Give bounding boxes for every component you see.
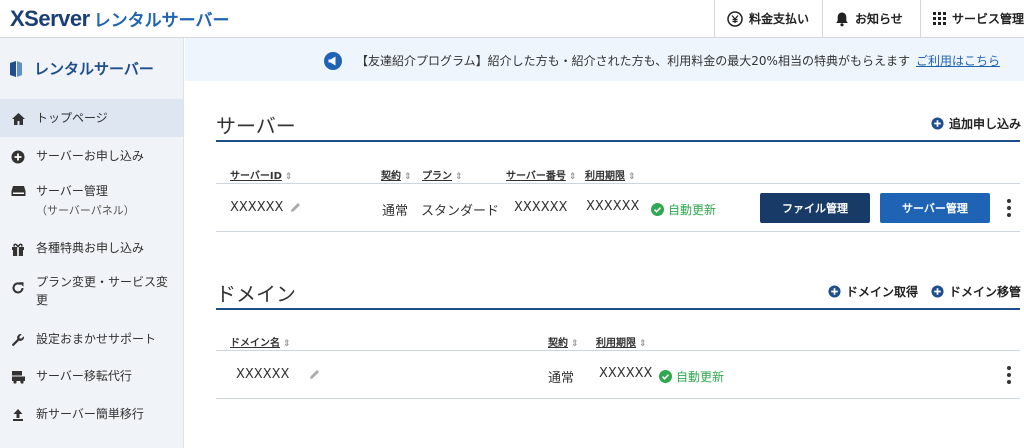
wrench-icon [10, 333, 26, 347]
referral-banner: 【友達紹介プログラム】紹介した方も・紹介された方も、利用料金の最大20%相当の特… [185, 38, 1024, 81]
server-stack-icon [8, 60, 24, 78]
sidebar-item-label: サーバーお申し込み [36, 149, 144, 163]
truck-icon [10, 370, 26, 384]
table-header-divider [216, 350, 1020, 351]
server-number-value: XXXXXX [514, 200, 568, 215]
nav-payment-label: 料金支払い [749, 12, 810, 26]
server-management-button[interactable]: サーバー管理 [880, 193, 990, 223]
sidebar-item-label: サーバー移転代行 [36, 369, 132, 383]
banner-link[interactable]: ご利用はこちら [916, 54, 1000, 68]
auto-renew-label: 自動更新 [668, 203, 717, 217]
domain-section-rule [216, 308, 1020, 310]
sidebar-item-label: サーバー管理 [36, 184, 108, 198]
sort-icon: ⇕ [404, 172, 412, 182]
domain-name-value: XXXXXX [236, 367, 290, 382]
server-section-rule [216, 140, 1020, 142]
col-domain-expiry[interactable]: 利用期限 ⇕ [596, 334, 647, 349]
server-id-value: XXXXXX [230, 200, 284, 215]
col-server-id[interactable]: サーバーID ⇕ [230, 167, 292, 182]
sidebar-item-easy-transfer[interactable]: 新サーバー簡単移行 [0, 395, 183, 433]
nav-notices[interactable]: お知らせ [822, 0, 920, 37]
table-row-divider [216, 398, 1020, 399]
sidebar-item-plan-change[interactable]: プラン変更・サービス変更 [0, 267, 183, 321]
yen-icon [727, 10, 743, 27]
sidebar-item-label: 設定おまかせサポート [36, 332, 157, 346]
nav-payment[interactable]: 料金支払い [714, 0, 822, 37]
domain-transfer-label: ドメイン移管 [949, 285, 1022, 299]
sort-icon: ⇕ [628, 172, 636, 182]
sort-icon: ⇕ [284, 172, 293, 182]
sidebar-item-server-signup[interactable]: サーバーお申し込み [0, 137, 183, 175]
sidebar-item-label: 各種特典お申し込み [36, 241, 145, 255]
sidebar-title: レンタルサーバー [34, 60, 154, 78]
server-section-title: サーバー [216, 114, 296, 138]
sort-icon: ⇕ [283, 339, 291, 349]
contract-value: 通常 [382, 204, 409, 219]
domain-transfer-button[interactable]: ドメイン移管 [931, 283, 1021, 300]
plus-circle-icon [931, 117, 944, 130]
plan-value: スタンダード [421, 204, 500, 219]
edit-pencil-icon[interactable] [290, 202, 301, 213]
auto-renew-status: 自動更新 [651, 201, 716, 218]
logo[interactable]: XServer レンタルサーバー [10, 6, 230, 32]
file-management-button[interactable]: ファイル管理 [760, 193, 870, 223]
sidebar-item-top-page[interactable]: トップページ [0, 99, 183, 137]
refresh-icon [10, 281, 26, 295]
domain-acquire-button[interactable]: ドメイン取得 [828, 283, 918, 300]
top-bar: XServer レンタルサーバー 料金支払い お知らせ サービス管理 [0, 0, 1024, 38]
megaphone-icon [324, 52, 342, 73]
bell-icon [835, 11, 849, 27]
sidebar-item-server-management[interactable]: サーバー管理 （サーバーパネル） [0, 175, 183, 229]
server-row-menu-icon[interactable] [1004, 197, 1014, 219]
sort-icon: ⇕ [568, 172, 577, 182]
logo-product: レンタルサーバー [93, 11, 230, 31]
sort-icon: ⇕ [455, 172, 463, 182]
domain-acquire-label: ドメイン取得 [846, 285, 919, 299]
domain-row-menu-icon[interactable] [1004, 364, 1014, 386]
nav-notices-label: お知らせ [855, 12, 903, 26]
col-plan[interactable]: プラン ⇕ [422, 167, 463, 182]
domain-section-title: ドメイン [216, 282, 296, 306]
sidebar-item-label: 新サーバー簡単移行 [36, 407, 144, 421]
server-icon [10, 184, 26, 198]
upload-icon [10, 408, 26, 422]
sidebar-item-label: トップページ [36, 111, 108, 125]
nav-service-management-label: サービス管理 [952, 12, 1024, 26]
check-circle-icon [651, 203, 664, 216]
table-row-divider [216, 231, 1020, 232]
add-signup-label: 追加申し込み [949, 117, 1022, 131]
banner-text: 【友達紹介プログラム】紹介した方も・紹介された方も、利用料金の最大20%相当の特… [356, 54, 910, 68]
col-domain-contract[interactable]: 契約 ⇕ [548, 334, 579, 349]
gift-icon [10, 242, 26, 256]
expiry-value: XXXXXX [586, 199, 640, 214]
sidebar: レンタルサーバー トップページ サーバーお申し込み サーバー管理 （サーバーパネ… [0, 38, 184, 448]
grid-icon [933, 12, 946, 25]
domain-auto-renew-status: 自動更新 [659, 368, 724, 385]
home-icon [10, 112, 26, 126]
sort-icon: ⇕ [571, 339, 579, 349]
col-expiry[interactable]: 利用期限 ⇕ [585, 167, 636, 182]
sort-icon: ⇕ [639, 339, 647, 349]
sidebar-item-label: プラン変更・サービス変更 [36, 275, 169, 307]
sidebar-header[interactable]: レンタルサーバー [0, 38, 183, 99]
domain-contract-value: 通常 [548, 371, 575, 386]
plus-circle-icon [931, 285, 944, 298]
edit-pencil-icon[interactable] [309, 369, 320, 380]
domain-auto-renew-label: 自動更新 [676, 370, 725, 384]
plus-circle-icon [828, 285, 841, 298]
col-server-number[interactable]: サーバー番号 ⇕ [506, 167, 576, 182]
col-contract[interactable]: 契約 ⇕ [381, 167, 412, 182]
logo-brand: XServer [10, 6, 90, 31]
sidebar-item-server-migration[interactable]: サーバー移転代行 [0, 357, 183, 395]
sidebar-item-sublabel: （サーバーパネル） [36, 204, 135, 217]
table-header-divider [216, 183, 1020, 184]
nav-service-management[interactable]: サービス管理 [920, 0, 1024, 37]
col-domain-name[interactable]: ドメイン名 ⇕ [230, 334, 291, 349]
add-signup-button[interactable]: 追加申し込み [931, 115, 1021, 132]
sidebar-item-benefits[interactable]: 各種特典お申し込み [0, 229, 183, 267]
sidebar-item-setup-support[interactable]: 設定おまかせサポート [0, 321, 183, 357]
check-circle-icon [659, 370, 672, 383]
domain-expiry-value: XXXXXX [599, 366, 653, 381]
plus-circle-icon [10, 150, 26, 164]
